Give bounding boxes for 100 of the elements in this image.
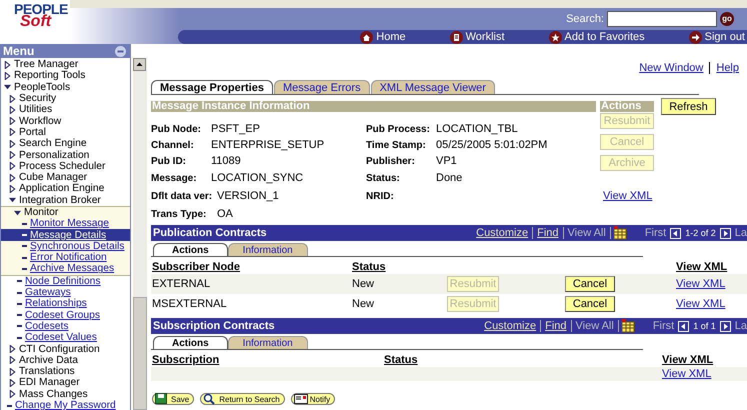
- column-header: Subscription: [152, 354, 220, 366]
- footer-button[interactable]: Save: [152, 393, 194, 405]
- menu-item[interactable]: Mass Changes: [1, 388, 130, 400]
- tab[interactable]: Actions: [153, 243, 228, 256]
- field-label: Trans Type:: [151, 208, 208, 220]
- menu-item[interactable]: Workflow: [1, 115, 130, 127]
- nav-link[interactable]: Add to Favorites: [548, 30, 645, 44]
- menu-item[interactable]: Integration Broker: [1, 194, 130, 206]
- link[interactable]: View XML: [676, 298, 747, 310]
- tab[interactable]: Actions: [153, 336, 228, 349]
- menu-item[interactable]: Translations: [1, 366, 130, 378]
- grid-label: 1 of 1: [692, 321, 717, 331]
- menu-item[interactable]: Archive Data: [1, 354, 130, 366]
- cancel-button[interactable]: Cancel: [565, 276, 615, 292]
- field-value: OA: [217, 208, 233, 220]
- nav-link[interactable]: Sign out: [688, 30, 745, 44]
- footer-button[interactable]: Return to Search: [200, 393, 285, 405]
- tab[interactable]: Information: [228, 336, 308, 349]
- tab[interactable]: Information: [228, 243, 308, 256]
- field-label: NRID:: [366, 190, 395, 202]
- column-header: Subscriber Node: [152, 261, 242, 273]
- go-button[interactable]: go: [720, 12, 734, 26]
- link[interactable]: View XML: [603, 190, 654, 202]
- link[interactable]: View XML: [662, 368, 747, 380]
- refresh-button[interactable]: Refresh: [661, 98, 716, 115]
- menu-item[interactable]: Process Scheduler: [1, 160, 130, 172]
- menu-link[interactable]: Node Definitions: [1, 276, 130, 287]
- menu-link[interactable]: Change My Password: [1, 400, 130, 410]
- menu-link[interactable]: Relationships: [1, 298, 130, 310]
- grid-label: First: [644, 227, 666, 239]
- footer-button[interactable]: Notify: [290, 393, 336, 405]
- field-value: ENTERPRISE_SETUP: [211, 139, 324, 151]
- field-label: Pub Process:: [366, 124, 431, 134]
- collapse-icon: [115, 46, 126, 56]
- document-icon: [450, 30, 463, 44]
- search-field[interactable]: [607, 11, 717, 27]
- previous-icon: [678, 320, 690, 332]
- menu-item[interactable]: CTI Configuration: [1, 343, 130, 355]
- home-icon: [360, 30, 374, 44]
- menu-item[interactable]: Cube Manager: [1, 172, 130, 184]
- field-value: 05/25/2005 5:01:02PM: [436, 139, 548, 151]
- section-header: Message Instance Information: [151, 101, 596, 112]
- table-cell-text: New: [352, 298, 376, 310]
- menu-item[interactable]: Application Engine: [1, 183, 130, 195]
- menu-link[interactable]: Codeset Groups: [1, 310, 130, 321]
- link[interactable]: New Window: [639, 62, 704, 74]
- menu-item[interactable]: Utilities: [1, 104, 130, 116]
- field-label: Status:: [366, 172, 401, 184]
- tab[interactable]: Message Properties: [151, 80, 273, 94]
- scrollbar[interactable]: [133, 58, 147, 410]
- menu-item[interactable]: Personalization: [1, 149, 130, 161]
- menu-link[interactable]: Gateways: [1, 286, 130, 298]
- menu-link[interactable]: Codeset Values: [1, 332, 130, 344]
- menu-item[interactable]: Tree Manager: [1, 59, 130, 70]
- link[interactable]: Find: [540, 320, 570, 332]
- field-value: Done: [436, 172, 462, 184]
- grid-label: View All: [570, 320, 619, 332]
- scroll-thumb[interactable]: [133, 297, 147, 410]
- next-icon: [720, 320, 731, 332]
- field-label: Message:: [151, 172, 198, 184]
- menu-link[interactable]: Monitor Message: [1, 218, 130, 230]
- column-header: View XML: [662, 354, 714, 366]
- menu-title: Menu: [3, 44, 34, 58]
- grid-label: 1-2 of 2: [684, 228, 717, 238]
- field-value: LOCATION_TBL: [436, 123, 518, 135]
- grid-title: Subscription Contracts: [153, 320, 275, 332]
- field-value: 11089: [211, 155, 241, 167]
- menu-link[interactable]: Error Notification: [1, 252, 130, 264]
- table-cell-text: New: [352, 278, 376, 290]
- field-value: LOCATION_SYNC: [211, 172, 304, 184]
- link[interactable]: Help: [709, 62, 739, 74]
- spreadsheet-icon: [612, 226, 627, 240]
- link[interactable]: Customize: [472, 227, 532, 239]
- nav-link[interactable]: Worklist: [450, 30, 505, 44]
- link[interactable]: Customize: [480, 320, 540, 332]
- menu-item[interactable]: Portal: [1, 126, 130, 138]
- column-header: Status: [384, 354, 419, 366]
- link[interactable]: View XML: [676, 278, 747, 290]
- menu-link[interactable]: Synchronous Details: [1, 240, 130, 252]
- menu-link[interactable]: Archive Messages: [1, 263, 130, 275]
- menu-item[interactable]: Monitor: [1, 206, 130, 218]
- menu-link[interactable]: Codesets: [1, 320, 130, 332]
- column-header: Status: [352, 261, 387, 273]
- nav-link[interactable]: Home: [360, 30, 406, 44]
- tab[interactable]: XML Message Viewer: [370, 80, 495, 94]
- cancel-button[interactable]: Cancel: [565, 296, 615, 312]
- menu-item[interactable]: Security: [1, 92, 130, 104]
- menu-item[interactable]: PeopleTools: [1, 82, 130, 93]
- link[interactable]: Find: [532, 227, 562, 239]
- field-label: Time Stamp:: [366, 140, 427, 150]
- field-label: Pub ID:: [151, 156, 187, 166]
- menu-item[interactable]: EDI Manager: [1, 377, 130, 389]
- grid-label: La: [734, 320, 747, 332]
- arrow-icon: [688, 30, 702, 44]
- menu-link[interactable]: Message Details: [1, 229, 130, 241]
- menu-item[interactable]: Reporting Tools: [1, 70, 130, 82]
- field-value: VP1: [436, 155, 457, 167]
- menu-item[interactable]: Search Engine: [1, 138, 130, 150]
- field-label: Pub Node:: [151, 124, 202, 134]
- tab[interactable]: Message Errors: [274, 80, 370, 94]
